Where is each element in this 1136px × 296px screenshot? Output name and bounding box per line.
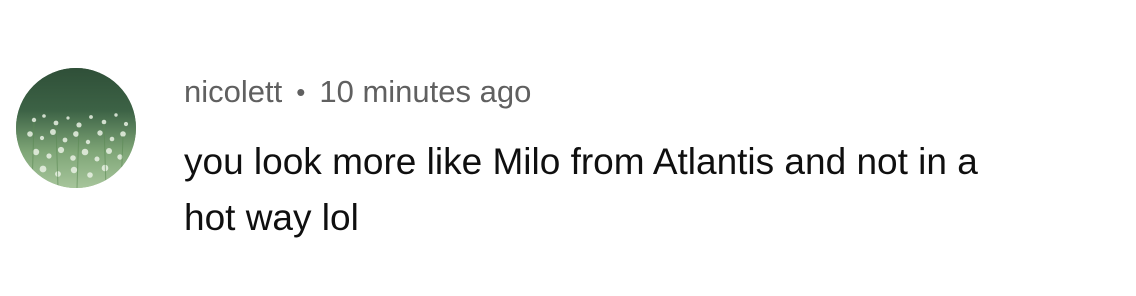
separator-dot: • — [296, 76, 306, 107]
comment-text-line: hot way lol — [184, 197, 359, 238]
author-name[interactable]: nicolett — [184, 74, 282, 110]
avatar[interactable] — [16, 68, 136, 188]
comment-text: you look more like Milo from Atlantis an… — [184, 134, 1114, 246]
comment-meta: nicolett • 10 minutes ago — [184, 70, 531, 114]
comment-item: nicolett • 10 minutes ago you look more … — [0, 0, 1136, 296]
comment-text-line: you look more like Milo from Atlantis an… — [184, 141, 978, 182]
meadow-photo-icon — [16, 68, 136, 188]
timestamp[interactable]: 10 minutes ago — [319, 74, 531, 110]
